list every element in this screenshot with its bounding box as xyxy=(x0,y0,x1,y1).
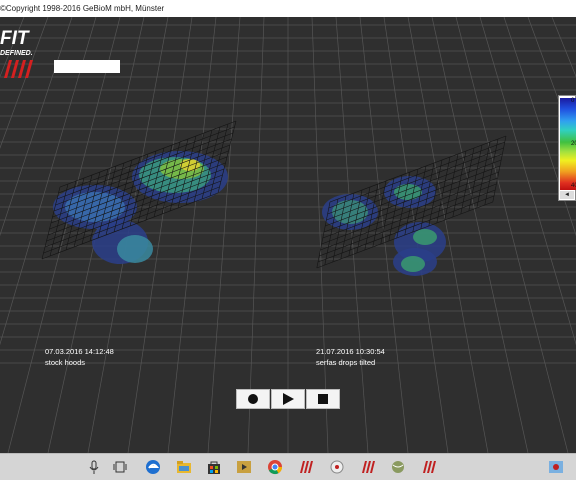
right-scan-timestamp: 21.07.2016 10:30:54 xyxy=(316,347,385,356)
app-globe-icon[interactable] xyxy=(329,459,345,475)
app-red-icon[interactable] xyxy=(298,459,314,475)
edge-browser-icon[interactable] xyxy=(145,459,161,475)
pressure-legend: 0 20 40 ◄ xyxy=(558,95,576,201)
window-title-bar: ©Copyright 1998-2016 GeBioM mbH, Münster xyxy=(0,0,576,17)
right-pressure-map xyxy=(316,135,507,276)
legend-label-max: 40 xyxy=(571,183,576,189)
file-explorer-icon[interactable] xyxy=(176,459,192,475)
name-field[interactable] xyxy=(54,60,120,73)
microphone-icon[interactable] xyxy=(86,459,102,475)
legend-label-min: 0 xyxy=(571,98,575,104)
logo-text: FIT xyxy=(0,28,29,49)
record-button[interactable] xyxy=(236,389,270,409)
stop-icon xyxy=(318,394,328,404)
viewport-3d[interactable]: FIT DEFINED. 0 20 40 ◄ 07.03.2016 14:12:… xyxy=(0,17,576,453)
app-ball-icon[interactable] xyxy=(390,459,406,475)
chrome-icon[interactable] xyxy=(267,459,283,475)
play-icon xyxy=(283,393,294,405)
right-scan-caption: 21.07.2016 10:30:54 serfas drops tilted xyxy=(316,346,385,368)
legend-label-mid: 20 xyxy=(571,141,576,147)
left-scan-timestamp: 07.03.2016 14:12:48 xyxy=(45,347,114,356)
window-title: ©Copyright 1998-2016 GeBioM mbH, Münster xyxy=(0,4,165,13)
app-red-icon[interactable] xyxy=(421,459,437,475)
logo-stripes xyxy=(4,60,33,78)
logo-tagline: DEFINED. xyxy=(0,50,33,57)
media-player-icon[interactable] xyxy=(236,459,252,475)
stop-button[interactable] xyxy=(306,389,340,409)
task-view-icon[interactable] xyxy=(112,459,128,475)
left-scan-caption: 07.03.2016 14:12:48 stock hoods xyxy=(45,346,114,368)
windows-taskbar xyxy=(0,453,576,480)
brand-logo: FIT DEFINED. xyxy=(0,28,52,84)
right-scan-label: serfas drops tilted xyxy=(316,358,376,367)
playback-controls xyxy=(236,389,340,409)
record-icon xyxy=(248,394,258,404)
left-scan-label: stock hoods xyxy=(45,358,86,367)
app-globe-icon[interactable] xyxy=(548,459,564,475)
legend-scroll-left-button[interactable]: ◄ xyxy=(560,191,574,199)
store-icon[interactable] xyxy=(206,459,222,475)
background-grid xyxy=(0,17,576,453)
app-red-icon[interactable] xyxy=(360,459,376,475)
play-button[interactable] xyxy=(271,389,305,409)
left-pressure-map xyxy=(41,120,237,264)
